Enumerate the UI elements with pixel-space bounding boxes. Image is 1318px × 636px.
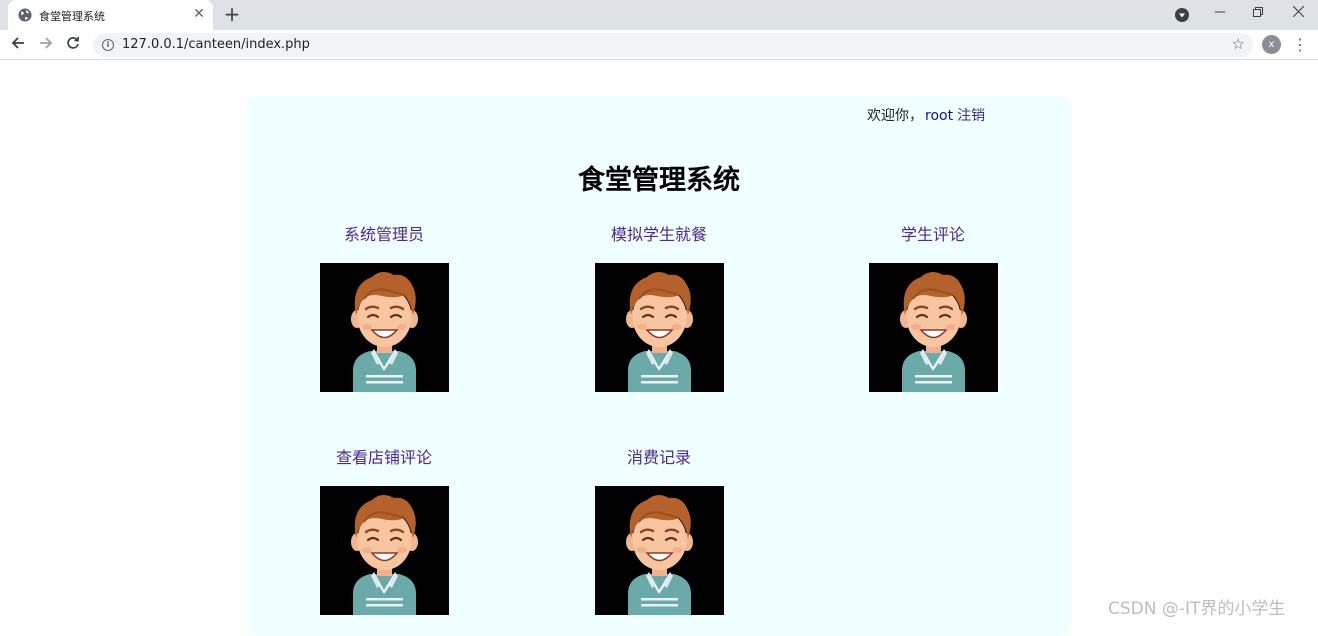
menu-card-shop-comments[interactable]: 查看店铺评论 xyxy=(284,447,484,615)
menu-icon[interactable]: ⋮ xyxy=(1292,36,1308,54)
globe-icon xyxy=(18,8,32,22)
menu-card-simulate-dining[interactable]: 模拟学生就餐 xyxy=(559,224,759,392)
avatar-image[interactable] xyxy=(594,263,724,392)
welcome-text: 欢迎你， xyxy=(867,108,923,124)
avatar[interactable]: x xyxy=(1262,35,1281,54)
menu-label[interactable]: 查看店铺评论 xyxy=(284,447,484,469)
star-icon[interactable]: ☆ xyxy=(1232,35,1245,53)
browser-tab[interactable]: 食堂管理系统 ✕ xyxy=(8,0,213,30)
menu-card-consumption-records[interactable]: 消费记录 xyxy=(559,447,759,615)
window-close-icon[interactable] xyxy=(1286,3,1310,25)
username-link[interactable]: root xyxy=(925,108,953,124)
menu-label[interactable]: 系统管理员 xyxy=(284,224,484,246)
avatar-image[interactable] xyxy=(319,263,449,392)
info-icon[interactable]: i xyxy=(102,39,114,51)
menu-label[interactable]: 学生评论 xyxy=(833,224,1033,246)
reload-icon[interactable] xyxy=(63,35,83,55)
avatar-image[interactable] xyxy=(594,486,724,615)
page-title: 食堂管理系统 xyxy=(578,165,740,196)
menu-label[interactable]: 消费记录 xyxy=(559,447,759,469)
avatar-image[interactable] xyxy=(868,263,998,392)
menu-label[interactable]: 模拟学生就餐 xyxy=(559,224,759,246)
forward-icon[interactable] xyxy=(36,35,56,55)
welcome-bar: 欢迎你， root 注销 xyxy=(867,105,985,125)
tab-strip: 食堂管理系统 ✕ + xyxy=(0,0,1318,30)
back-icon[interactable] xyxy=(8,35,28,55)
logout-link[interactable]: 注销 xyxy=(957,108,985,124)
browser-toolbar: i 127.0.0.1/canteen/index.php ☆ xyxy=(0,30,1318,60)
url-text[interactable]: 127.0.0.1/canteen/index.php xyxy=(122,37,310,52)
address-bar[interactable]: i 127.0.0.1/canteen/index.php ☆ xyxy=(93,33,1253,57)
watermark: CSDN @-IT界的小学生 xyxy=(1108,599,1286,619)
restore-icon[interactable] xyxy=(1246,3,1270,25)
plus-icon[interactable]: + xyxy=(222,4,242,24)
close-icon[interactable]: ✕ xyxy=(191,6,207,22)
media-icon[interactable] xyxy=(1175,8,1189,22)
minimize-icon[interactable] xyxy=(1208,3,1232,25)
menu-card-admin[interactable]: 系统管理员 xyxy=(284,224,484,392)
avatar-image[interactable] xyxy=(319,486,449,615)
menu-card-student-comments[interactable]: 学生评论 xyxy=(833,224,1033,392)
tab-title: 食堂管理系统 xyxy=(39,10,105,23)
